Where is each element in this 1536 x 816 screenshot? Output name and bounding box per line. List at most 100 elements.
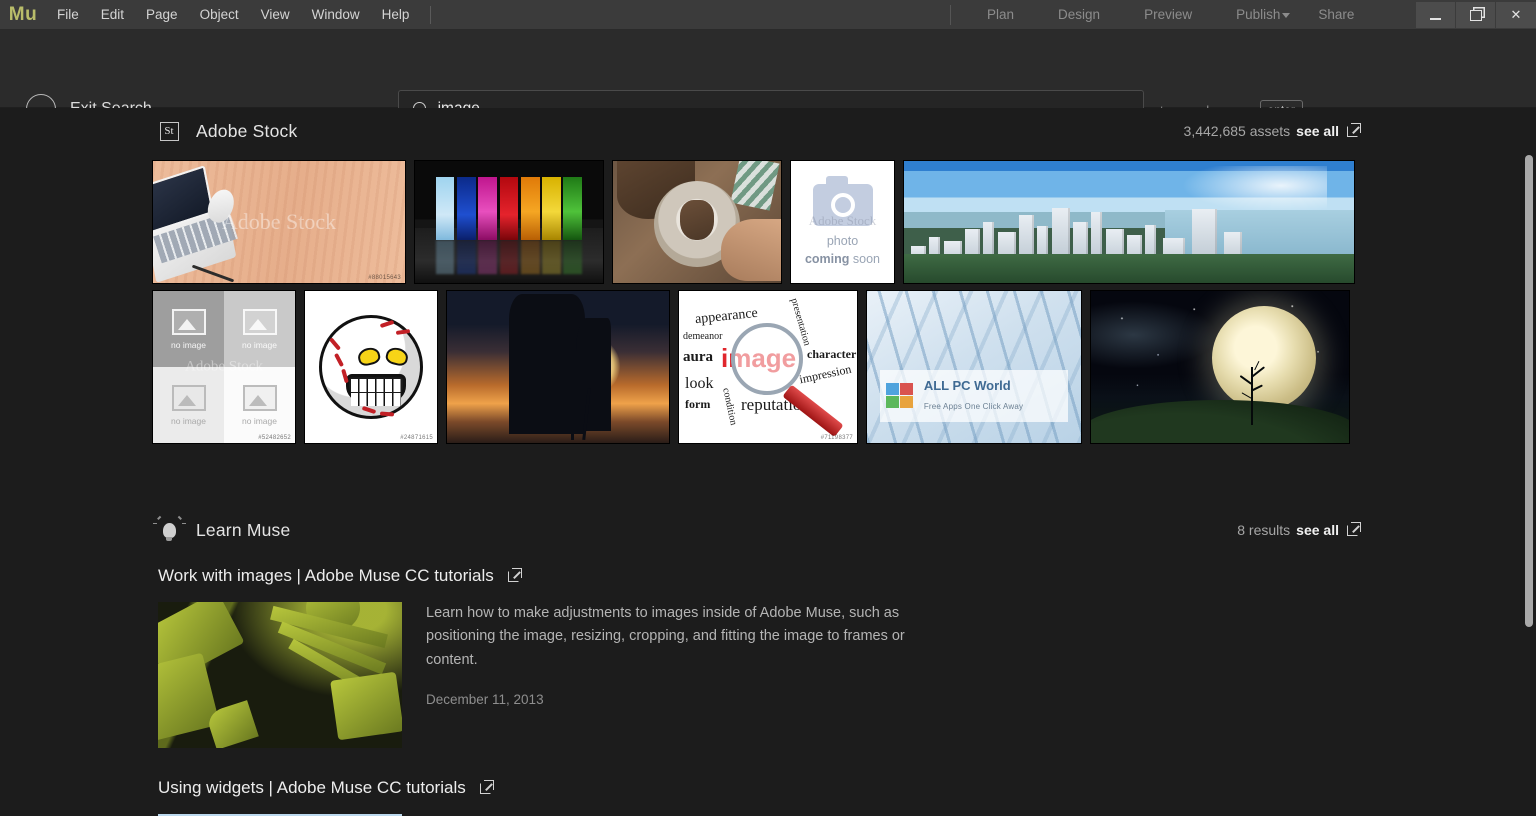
- cloud-word: impression: [798, 362, 853, 388]
- menu-item-help[interactable]: Help: [371, 0, 421, 30]
- mode-tab-share[interactable]: Share: [1296, 0, 1376, 30]
- cloud-word: demeanor: [683, 331, 722, 342]
- thumb-all-pc-world-watermark-building[interactable]: ALL PC World Free Apps One Click Away: [866, 290, 1082, 444]
- learn-result-title[interactable]: Work with images | Adobe Muse CC tutoria…: [158, 566, 1536, 586]
- stock-thumbnail-row-1: Adobe Stock #88015643: [0, 160, 1536, 284]
- all-pc-world-subtitle: Free Apps One Click Away: [924, 402, 1023, 411]
- panels-reflection: [436, 240, 583, 274]
- adobe-stock-asset-count: 3,442,685 assets: [1184, 123, 1291, 139]
- cloud-word: appearance: [694, 306, 758, 328]
- search-results-panel: St Adobe Stock 3,442,685 assets see all …: [0, 108, 1536, 816]
- stock-badge-label: St: [160, 122, 179, 141]
- external-link-icon[interactable]: [1347, 126, 1358, 137]
- cloud-word: form: [685, 397, 710, 412]
- vertical-scrollbar[interactable]: [1522, 108, 1536, 816]
- asset-id-code: #52482652: [258, 435, 291, 441]
- mode-tab-publish[interactable]: Publish: [1214, 0, 1296, 30]
- no-image-cell: no image: [224, 291, 295, 367]
- minimize-button[interactable]: [1416, 2, 1456, 28]
- cloud-haze: [1090, 300, 1220, 370]
- thumb-colorful-display-panels[interactable]: [414, 160, 604, 284]
- app-logo: Mu: [0, 4, 46, 26]
- clay-form: [680, 200, 714, 240]
- search-bar: ← Exit Search to search, press enter: [0, 30, 1536, 108]
- external-link-icon[interactable]: [1347, 525, 1358, 536]
- no-image-label: no image: [242, 416, 277, 426]
- all-pc-world-watermark: ALL PC World Free Apps One Click Away: [880, 370, 1068, 422]
- external-link-icon[interactable]: [508, 571, 519, 582]
- menu-item-edit[interactable]: Edit: [90, 0, 135, 30]
- close-button[interactable]: ✕: [1496, 2, 1536, 28]
- no-image-label: no image: [171, 416, 206, 426]
- menu-item-view[interactable]: View: [250, 0, 301, 30]
- thumb-photographer-sunset-silhouette[interactable]: [446, 290, 670, 444]
- cloud-word: look: [685, 375, 713, 393]
- thumb-pottery-wheel-hands[interactable]: [612, 160, 782, 284]
- thumb-miami-city-panorama[interactable]: [903, 160, 1355, 284]
- cloud-word: character: [807, 347, 856, 362]
- all-pc-world-title: ALL PC World: [924, 378, 1011, 393]
- thumb-moon-tree-night[interactable]: [1090, 290, 1350, 444]
- mode-tab-publish-label: Publish: [1236, 7, 1280, 22]
- thumb-angry-baseball-cartoon[interactable]: #24871615: [304, 290, 438, 444]
- hill-graphic: [1090, 400, 1350, 444]
- mode-tab-preview[interactable]: Preview: [1122, 0, 1214, 30]
- lightbulb-icon: [158, 519, 180, 541]
- placeholder-line-3: soon: [853, 252, 880, 266]
- tree-silhouette: [1251, 367, 1253, 425]
- no-image-cell: no image: [153, 291, 224, 367]
- potter-hand-right: [721, 219, 782, 281]
- menu-item-window[interactable]: Window: [301, 0, 371, 30]
- cloud-word: condition: [720, 387, 739, 426]
- placeholder-text: photo coming soon: [791, 232, 894, 268]
- camera-silhouette: [576, 318, 612, 430]
- learn-result-description: Learn how to make adjustments to images …: [426, 602, 946, 672]
- adobe-stock-icon: St: [158, 120, 180, 142]
- asset-id-code: #24871615: [400, 435, 433, 441]
- external-link-icon[interactable]: [480, 783, 491, 794]
- thumb-image-word-cloud-magnifier[interactable]: appearance demeanor presentation aura im…: [678, 290, 858, 444]
- learn-muse-title: Learn Muse: [196, 520, 290, 541]
- baseball-graphic: [319, 315, 423, 419]
- placeholder-line-1: photo: [791, 232, 894, 250]
- asset-id-code: #71198377: [821, 435, 853, 441]
- learn-result-title[interactable]: Using widgets | Adobe Muse CC tutorials: [158, 778, 1536, 798]
- thumb-laptop-on-wood-desk[interactable]: Adobe Stock #88015643: [152, 160, 406, 284]
- green-belt: [904, 254, 1354, 283]
- learn-muse-result-count: 8 results: [1237, 522, 1290, 538]
- placeholder-watermark: Adobe Stock: [791, 213, 894, 229]
- chevron-down-icon[interactable]: [1282, 13, 1290, 18]
- mode-switcher: Plan Design Preview Publish Share: [950, 0, 1376, 30]
- learn-result-title-text: Work with images | Adobe Muse CC tutoria…: [158, 566, 494, 586]
- thumb-no-image-placeholder-grid[interactable]: no image no image no image no image Adob…: [152, 290, 296, 444]
- learn-result-text: Learn how to make adjustments to images …: [426, 602, 946, 748]
- magnifier-lens: [731, 323, 803, 395]
- mode-tab-plan[interactable]: Plan: [965, 0, 1036, 30]
- thumb-photo-coming-soon-placeholder[interactable]: Adobe Stock photo coming soon: [790, 160, 895, 284]
- title-bar: Mu File Edit Page Object View Window Hel…: [0, 0, 1536, 30]
- learn-result-date: December 11, 2013: [426, 692, 946, 707]
- tripod-leg: [571, 388, 574, 440]
- adobe-stock-title: Adobe Stock: [196, 121, 297, 142]
- menu-item-object[interactable]: Object: [189, 0, 250, 30]
- scrollbar-thumb[interactable]: [1525, 155, 1533, 627]
- learn-result-thumbnail[interactable]: [158, 602, 402, 748]
- menu-item-file[interactable]: File: [46, 0, 90, 30]
- no-image-label: no image: [171, 340, 206, 350]
- menu-item-page[interactable]: Page: [135, 0, 189, 30]
- mode-tab-design[interactable]: Design: [1036, 0, 1122, 30]
- mode-divider: [950, 5, 951, 25]
- striped-apron: [730, 160, 779, 211]
- learn-result-item: Work with images | Adobe Muse CC tutoria…: [0, 566, 1536, 748]
- window-controls: ✕: [1416, 0, 1536, 30]
- learn-result-item: Using widgets | Adobe Muse CC tutorials …: [0, 778, 1536, 816]
- learn-muse-see-all-link[interactable]: see all: [1296, 522, 1339, 538]
- learn-muse-meta: 8 results see all: [1237, 522, 1358, 538]
- placeholder-line-2: coming: [805, 252, 849, 266]
- learn-result-title-text: Using widgets | Adobe Muse CC tutorials: [158, 778, 466, 798]
- adobe-stock-meta: 3,442,685 assets see all: [1184, 123, 1358, 139]
- menu-bar: File Edit Page Object View Window Help: [46, 0, 431, 30]
- all-pc-world-logo-icon: [886, 383, 916, 409]
- restore-button[interactable]: [1456, 2, 1496, 28]
- adobe-stock-see-all-link[interactable]: see all: [1296, 123, 1339, 139]
